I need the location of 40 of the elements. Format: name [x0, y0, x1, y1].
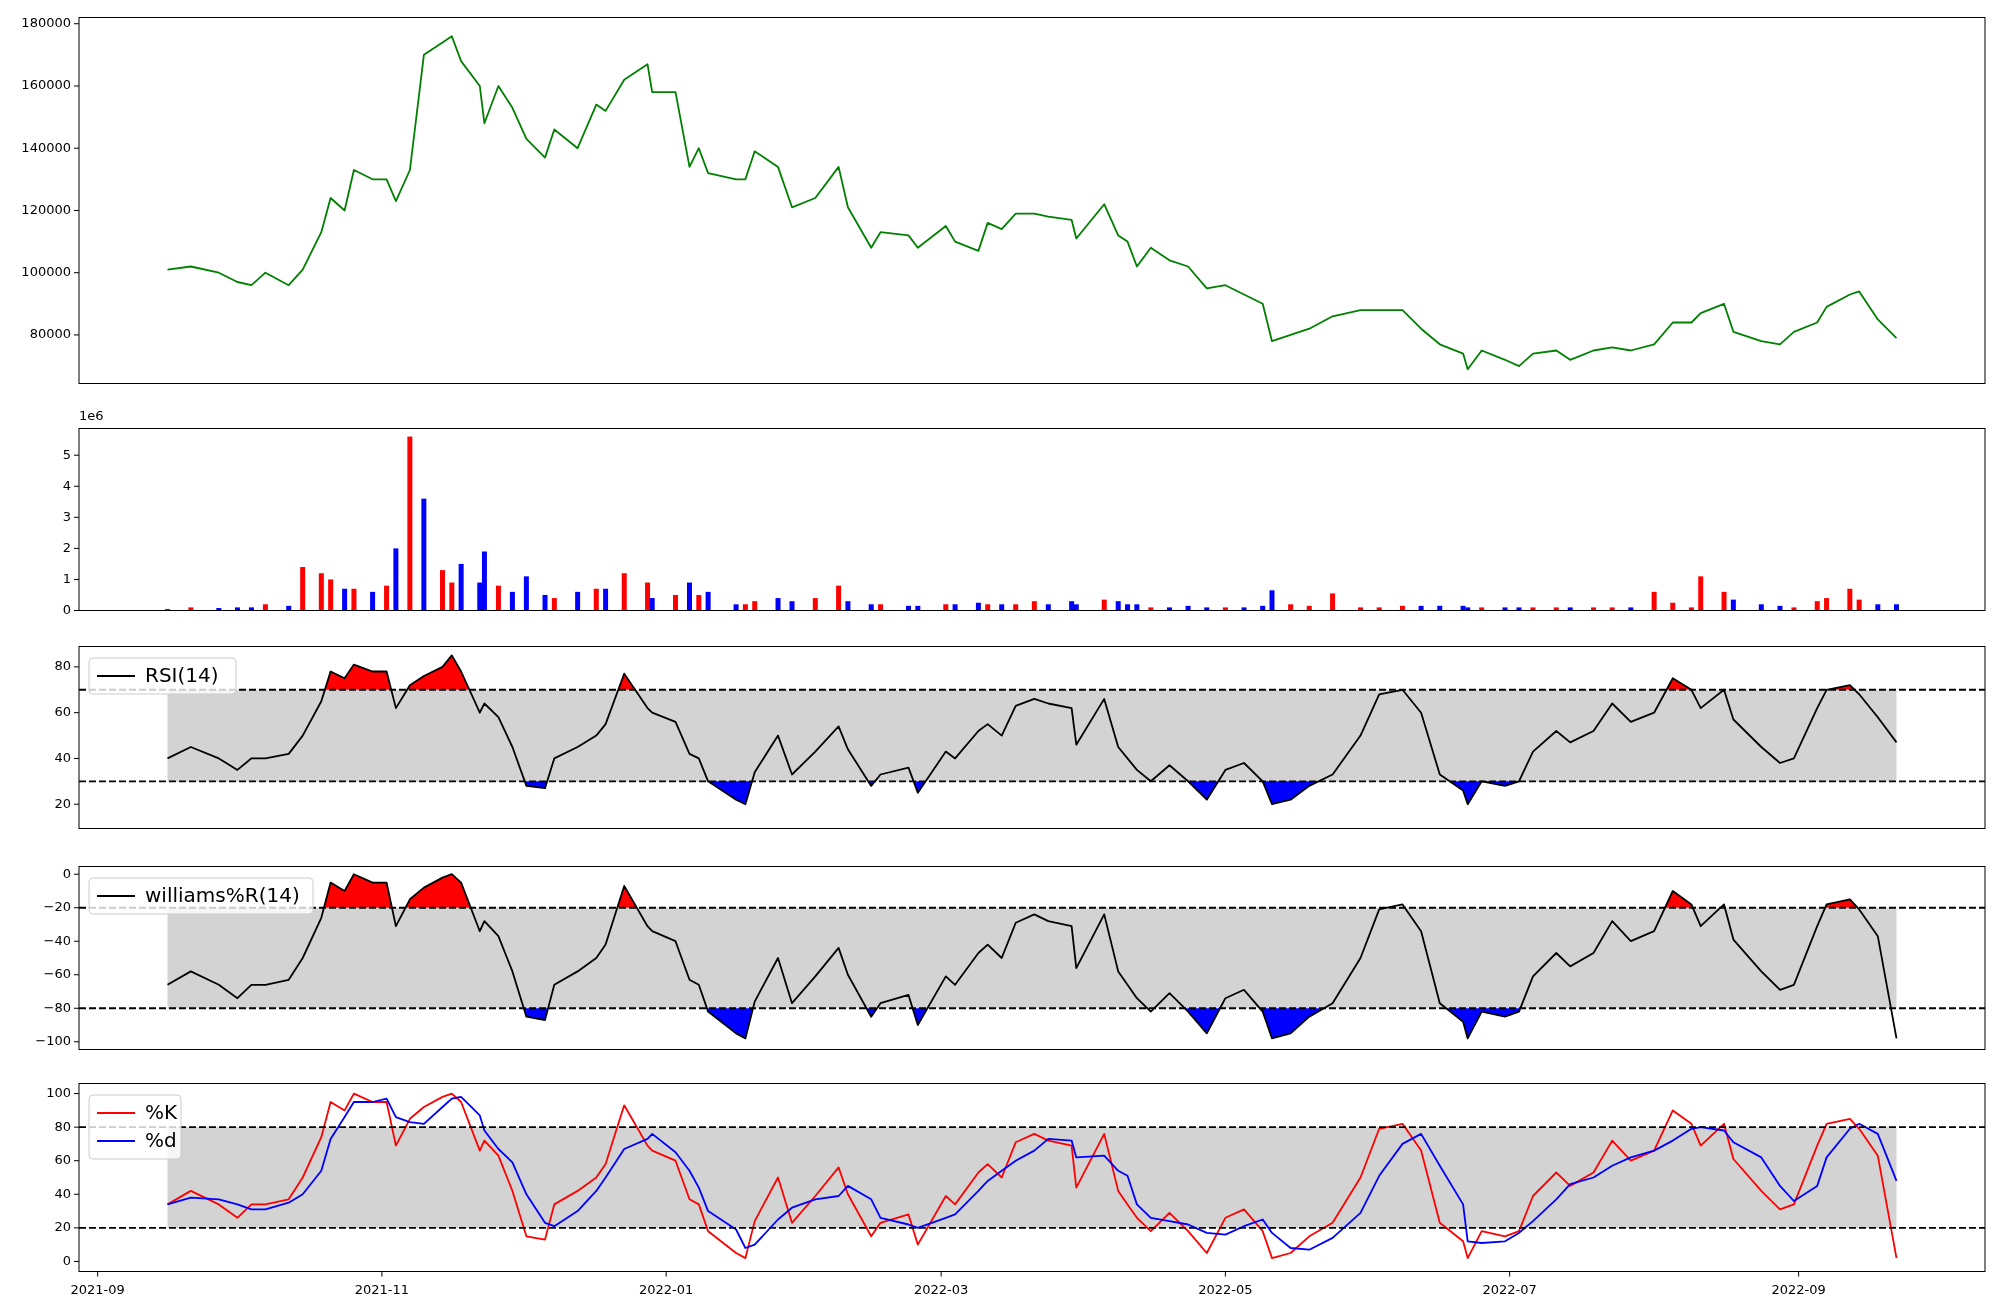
- legend-label: %K: [145, 1099, 178, 1124]
- x-tick-label: 2022-09: [1771, 1281, 1826, 1297]
- y-tick-label: 1: [62, 570, 71, 586]
- y-tick-label: 0: [62, 1252, 71, 1268]
- x-tick-label: 2021-11: [354, 1281, 410, 1297]
- y-tick-label: 80: [54, 1118, 71, 1134]
- y-tick-label: −20: [43, 899, 71, 915]
- y-tick-label: 80000: [29, 326, 71, 342]
- y-tick-label: 0: [62, 602, 71, 617]
- y-tick-label: −100: [35, 1033, 71, 1049]
- legend-label: williams%R(14): [145, 882, 300, 907]
- y-tick-label: −40: [43, 932, 71, 948]
- y-tick-label: 140000: [21, 139, 71, 155]
- y-tick-label: 60: [54, 704, 71, 720]
- x-tick-label: 2022-03: [913, 1281, 969, 1297]
- y-tick-label: 100000: [21, 264, 71, 280]
- y-tick-label: 120000: [21, 201, 71, 217]
- legend-label: RSI(14): [145, 662, 219, 687]
- x-tick-label: 2022-05: [1198, 1281, 1253, 1297]
- y-tick-label: −80: [43, 999, 71, 1015]
- y-tick-label: 20: [54, 795, 71, 811]
- x-tick-label: 2022-01: [639, 1281, 694, 1297]
- y-tick-label: 4: [62, 477, 71, 493]
- y-tick-label: 40: [54, 749, 71, 765]
- y-tick-label: 0: [62, 865, 71, 881]
- y-tick-label: 20: [54, 1219, 71, 1235]
- y-tick-label: 3: [62, 508, 71, 524]
- axis-offset-label: 1e6: [79, 408, 105, 424]
- y-tick-label: 160000: [21, 77, 71, 93]
- y-tick-label: −60: [43, 966, 71, 982]
- y-tick-label: 60: [54, 1152, 71, 1168]
- x-tick-label: 2021-09: [70, 1281, 125, 1297]
- y-tick-label: 100: [46, 1085, 71, 1101]
- x-tick-label: 2022-07: [1482, 1281, 1537, 1297]
- y-tick-label: 40: [54, 1185, 71, 1201]
- y-tick-label: 5: [62, 446, 71, 462]
- legend-label: %d: [145, 1127, 177, 1152]
- y-tick-label: 180000: [21, 15, 71, 31]
- y-tick-label: 2: [62, 539, 71, 555]
- y-tick-label: 80: [54, 658, 71, 674]
